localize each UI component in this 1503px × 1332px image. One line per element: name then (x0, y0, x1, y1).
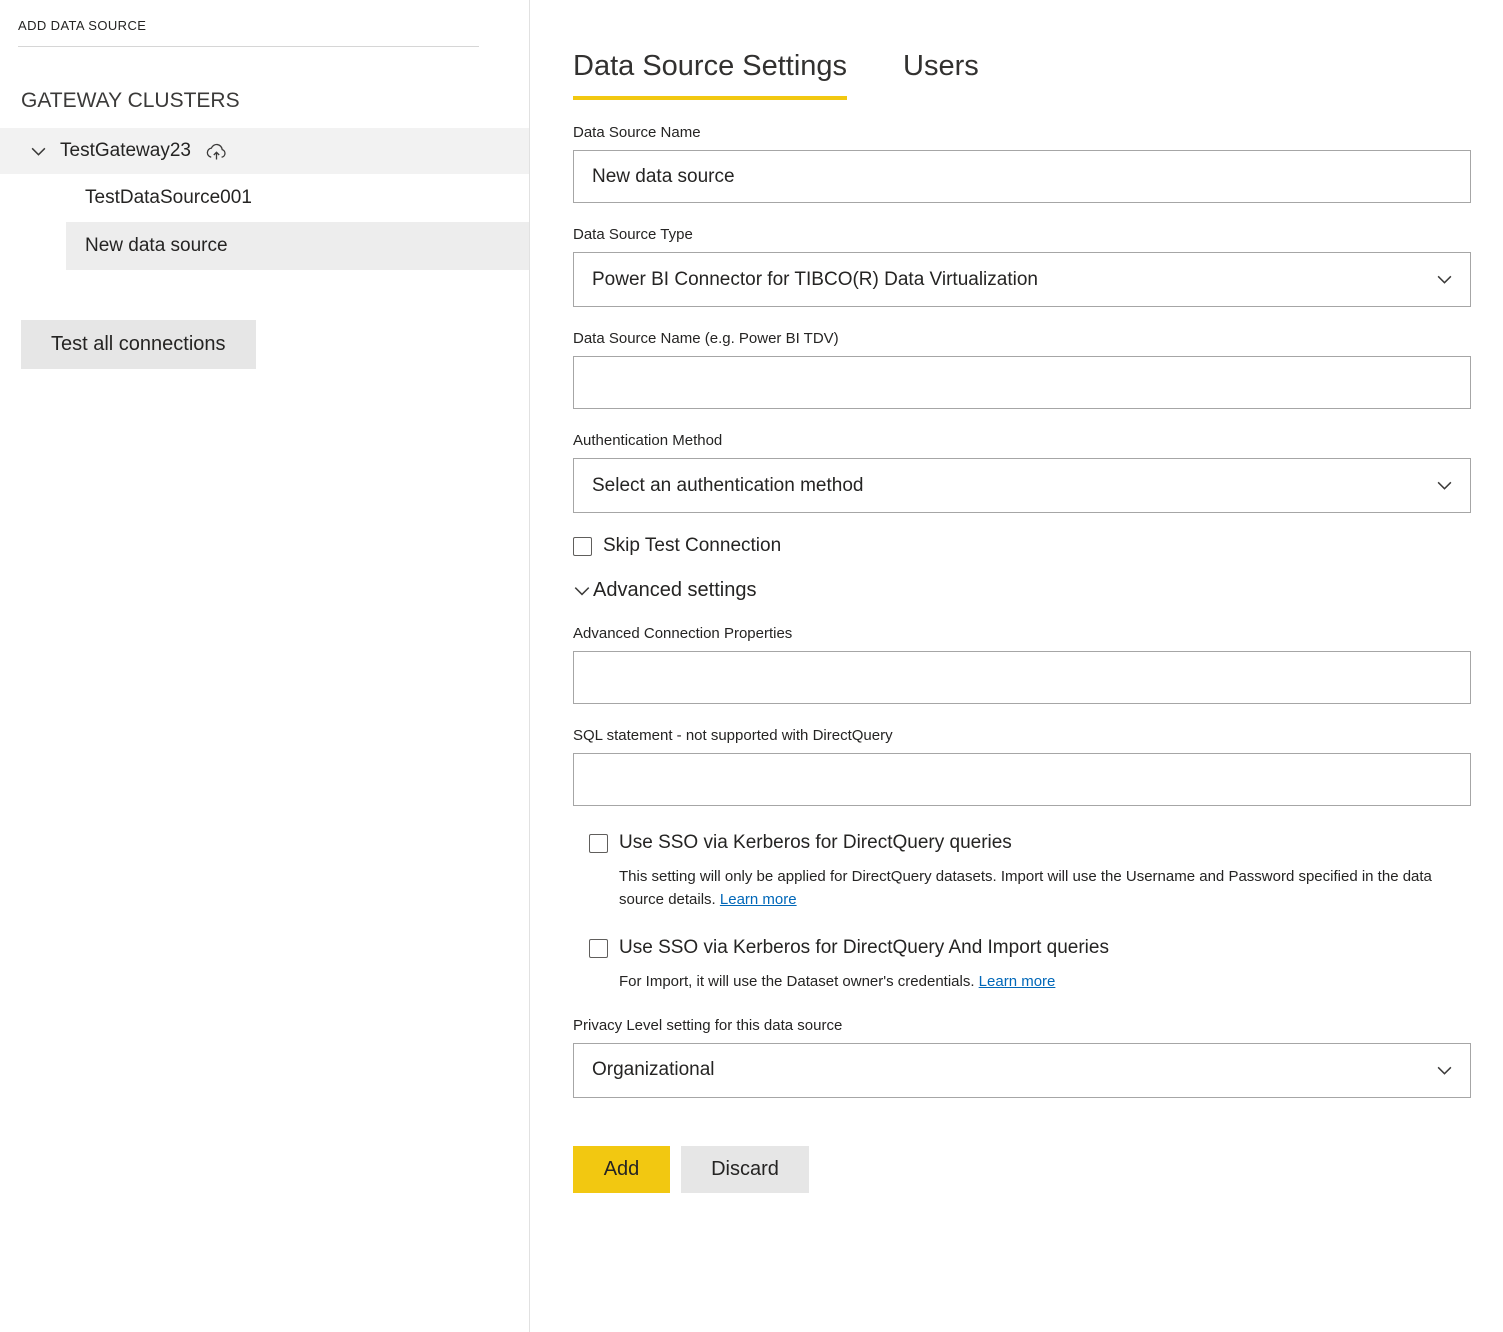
sso-import-help-text: For Import, it will use the Dataset owne… (619, 973, 979, 990)
data-source-type-value: Power BI Connector for TIBCO(R) Data Vir… (592, 269, 1038, 291)
add-button[interactable]: Add (573, 1146, 670, 1193)
auth-method-label: Authentication Method (573, 432, 1471, 449)
data-source-name-input[interactable] (573, 150, 1471, 203)
page-title: ADD DATA SOURCE (0, 0, 529, 46)
chevron-down-icon (1436, 477, 1453, 494)
main-content: Data Source Settings Users Data Source N… (530, 0, 1503, 1332)
chevron-down-icon (1436, 1062, 1453, 1079)
privacy-level-select[interactable]: Organizational (573, 1043, 1471, 1098)
tab-bar: Data Source Settings Users (573, 50, 1471, 100)
advanced-settings-label: Advanced settings (593, 579, 756, 602)
chevron-down-icon (1436, 271, 1453, 288)
gateway-name: TestGateway23 (60, 140, 191, 162)
advanced-settings-toggle[interactable]: Advanced settings (573, 579, 1471, 602)
skip-test-connection-label: Skip Test Connection (603, 535, 781, 557)
learn-more-link[interactable]: Learn more (720, 891, 797, 908)
sso-import-help: For Import, it will use the Dataset owne… (619, 971, 1471, 994)
privacy-level-value: Organizational (592, 1059, 715, 1081)
data-source-type-select[interactable]: Power BI Connector for TIBCO(R) Data Vir… (573, 252, 1471, 307)
add-data-source-page: ADD DATA SOURCE GATEWAY CLUSTERS TestGat… (0, 0, 1503, 1332)
sql-statement-label: SQL statement - not supported with Direc… (573, 727, 1471, 744)
sso-directquery-checkbox[interactable] (589, 834, 608, 853)
privacy-level-label: Privacy Level setting for this data sour… (573, 1017, 1471, 1034)
advanced-connection-properties-input[interactable] (573, 651, 1471, 704)
data-source-name-label: Data Source Name (573, 124, 1471, 141)
auth-method-value: Select an authentication method (592, 475, 863, 497)
advanced-connection-properties-label: Advanced Connection Properties (573, 625, 1471, 642)
gateway-clusters-heading: GATEWAY CLUSTERS (0, 47, 529, 128)
auth-method-select[interactable]: Select an authentication method (573, 458, 1471, 513)
form-actions: Add Discard (573, 1146, 1471, 1193)
sql-statement-input[interactable] (573, 753, 1471, 806)
tab-data-source-settings[interactable]: Data Source Settings (573, 50, 847, 100)
chevron-down-icon[interactable] (30, 143, 47, 160)
data-source-form: Data Source Name Data Source Type Power … (573, 124, 1471, 1193)
data-source-type-label: Data Source Type (573, 226, 1471, 243)
tdv-name-input[interactable] (573, 356, 1471, 409)
datasource-item[interactable]: TestDataSource001 (0, 174, 529, 222)
chevron-down-icon (573, 582, 591, 600)
skip-test-connection-row: Skip Test Connection (573, 535, 1471, 557)
gateway-cluster-item[interactable]: TestGateway23 (0, 128, 529, 174)
test-all-connections-button[interactable]: Test all connections (21, 320, 256, 369)
cloud-upload-icon (204, 140, 228, 164)
sidebar: ADD DATA SOURCE GATEWAY CLUSTERS TestGat… (0, 0, 530, 1332)
sso-directquery-help: This setting will only be applied for Di… (619, 866, 1471, 911)
sso-import-checkbox[interactable] (589, 939, 608, 958)
sso-import-row: Use SSO via Kerberos for DirectQuery And… (589, 937, 1471, 959)
sso-directquery-label: Use SSO via Kerberos for DirectQuery que… (619, 832, 1012, 854)
learn-more-link[interactable]: Learn more (979, 973, 1056, 990)
sso-directquery-row: Use SSO via Kerberos for DirectQuery que… (589, 832, 1471, 854)
discard-button[interactable]: Discard (681, 1146, 809, 1193)
tdv-name-label: Data Source Name (e.g. Power BI TDV) (573, 330, 1471, 347)
tab-users[interactable]: Users (903, 50, 979, 100)
datasource-item-selected[interactable]: New data source (66, 222, 529, 270)
sso-import-label: Use SSO via Kerberos for DirectQuery And… (619, 937, 1109, 959)
skip-test-connection-checkbox[interactable] (573, 537, 592, 556)
